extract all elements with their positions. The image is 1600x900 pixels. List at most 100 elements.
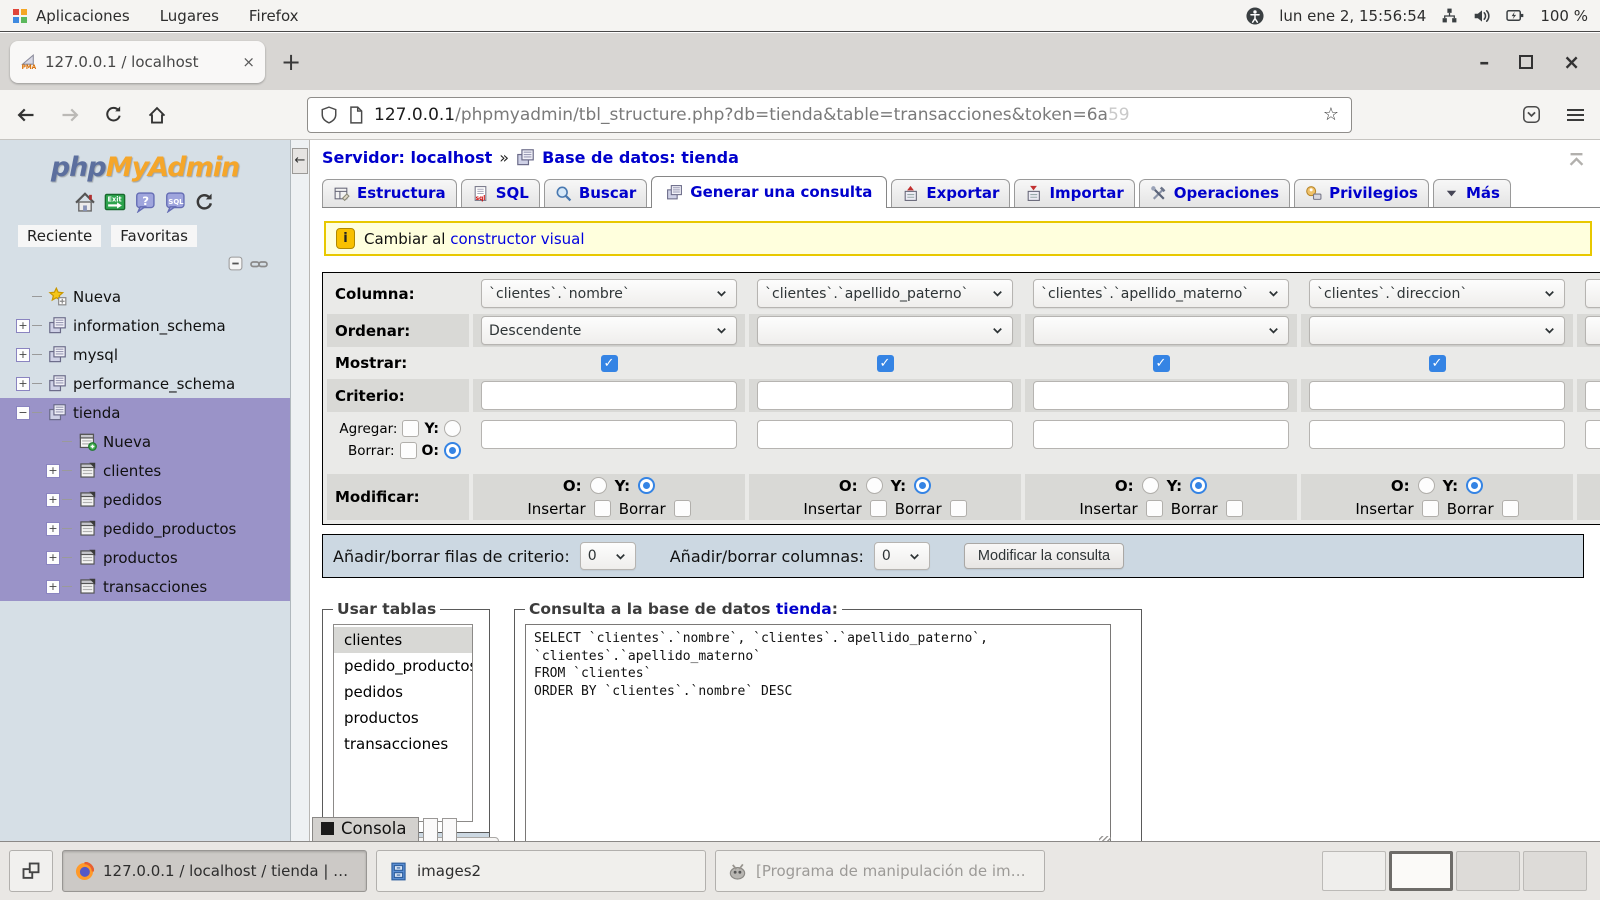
expand-icon[interactable]: + — [46, 522, 60, 536]
pma-tab-m-s[interactable]: Más — [1433, 179, 1511, 207]
visual-builder-link[interactable]: constructor visual — [450, 230, 584, 248]
criteria-input-1[interactable] — [481, 381, 737, 410]
criteria-input-2[interactable] — [757, 381, 1013, 410]
reload-icon[interactable] — [104, 105, 123, 124]
delete-criteria-checkbox[interactable] — [400, 442, 417, 459]
console-tab[interactable]: Consola — [312, 817, 419, 841]
panel-clock[interactable]: lun ene 2, 15:56:54 — [1279, 7, 1426, 25]
home-icon[interactable] — [147, 105, 167, 125]
sort-select-4[interactable] — [1309, 316, 1565, 345]
new-tab-button[interactable]: + — [281, 50, 301, 74]
nav-button-favoritas[interactable]: Favoritas — [111, 225, 197, 247]
close-button[interactable]: × — [1563, 52, 1580, 72]
delete-checkbox-3[interactable] — [1226, 500, 1243, 517]
modify-or-radio-3[interactable] — [1142, 477, 1159, 494]
column-select-4[interactable]: `clientes`.`direccion` — [1309, 279, 1565, 308]
table-option-clientes[interactable]: clientes — [334, 627, 472, 653]
extra-criteria-input-1[interactable] — [481, 420, 737, 449]
show-checkbox-1[interactable]: ✓ — [601, 355, 618, 372]
delete-checkbox-4[interactable] — [1502, 500, 1519, 517]
show-desktop-button[interactable] — [9, 850, 53, 892]
network-icon[interactable] — [1441, 7, 1458, 24]
shield-icon[interactable] — [320, 106, 338, 124]
insert-checkbox-2[interactable] — [870, 500, 887, 517]
forward-icon[interactable] — [60, 105, 80, 125]
home-icon[interactable] — [74, 191, 96, 213]
modify-and-radio-3[interactable] — [1190, 477, 1207, 494]
taskbar-window-button[interactable]: images2 — [376, 850, 706, 892]
pma-tab-privilegios[interactable]: Privilegios — [1294, 179, 1429, 207]
back-icon[interactable] — [16, 105, 36, 125]
extra-criteria-input-2[interactable] — [757, 420, 1013, 449]
pma-tab-operaciones[interactable]: Operaciones — [1139, 179, 1290, 207]
nav-button-reciente[interactable]: Reciente — [18, 225, 101, 247]
sort-select-3[interactable] — [1033, 316, 1289, 345]
pma-logo[interactable]: phpMyAdmin — [0, 152, 290, 183]
tree-item-pedidos[interactable]: +pedidos — [0, 485, 290, 514]
volume-icon[interactable] — [1473, 7, 1491, 25]
sql-textarea[interactable]: SELECT `clientes`.`nombre`, `clientes`.`… — [525, 624, 1111, 841]
tree-item-nueva[interactable]: Nueva — [0, 427, 290, 456]
tree-item-information_schema[interactable]: +information_schema — [0, 311, 290, 340]
tree-item-pedido_productos[interactable]: +pedido_productos — [0, 514, 290, 543]
modify-and-radio-1[interactable] — [638, 477, 655, 494]
sort-select-2[interactable] — [757, 316, 1013, 345]
and-radio[interactable] — [444, 420, 461, 437]
pma-tab-exportar[interactable]: Exportar — [891, 179, 1010, 207]
expand-icon[interactable]: + — [46, 580, 60, 594]
table-option-productos[interactable]: productos — [334, 705, 472, 731]
table-option-transacciones[interactable]: transacciones — [334, 731, 472, 757]
insert-checkbox-1[interactable] — [594, 500, 611, 517]
tree-item-mysql[interactable]: +mysql — [0, 340, 290, 369]
pocket-icon[interactable] — [1522, 105, 1541, 124]
or-radio[interactable] — [444, 442, 461, 459]
tree-item-nueva[interactable]: Nueva — [0, 282, 290, 311]
show-checkbox-2[interactable]: ✓ — [877, 355, 894, 372]
sort-select-5[interactable] — [1585, 316, 1600, 345]
query-legend-db[interactable]: tienda — [776, 600, 832, 618]
page-icon[interactable] — [348, 106, 364, 124]
column-select-3[interactable]: `clientes`.`apellido_materno` — [1033, 279, 1289, 308]
battery-icon[interactable] — [1506, 7, 1525, 24]
modify-and-radio-2[interactable] — [914, 477, 931, 494]
show-checkbox-4[interactable]: ✓ — [1429, 355, 1446, 372]
delete-checkbox-2[interactable] — [950, 500, 967, 517]
column-select-5[interactable] — [1585, 279, 1600, 308]
console-mini-tab[interactable] — [423, 818, 438, 841]
table-option-pedidos[interactable]: pedidos — [334, 679, 472, 705]
breadcrumb-database[interactable]: Base de datos: tienda — [542, 148, 739, 167]
tab-close-icon[interactable]: × — [242, 53, 255, 71]
insert-checkbox-4[interactable] — [1422, 500, 1439, 517]
modify-or-radio-4[interactable] — [1418, 477, 1435, 494]
console-mini-tab[interactable] — [442, 818, 457, 841]
pma-tab-sql[interactable]: sqlSQL — [461, 179, 540, 207]
column-select-2[interactable]: `clientes`.`apellido_paterno` — [757, 279, 1013, 308]
expand-icon[interactable]: + — [46, 493, 60, 507]
minimize-button[interactable]: – — [1479, 52, 1489, 72]
menu-icon[interactable] — [1567, 106, 1584, 124]
add-criteria-checkbox[interactable] — [402, 420, 419, 437]
insert-checkbox-3[interactable] — [1146, 500, 1163, 517]
modify-or-radio-1[interactable] — [590, 477, 607, 494]
workspace-1[interactable] — [1322, 851, 1386, 891]
column-select-1[interactable]: `clientes`.`nombre` — [481, 279, 737, 308]
collapse-icon[interactable]: − — [16, 406, 30, 420]
maximize-button[interactable] — [1519, 55, 1533, 69]
taskbar-window-button[interactable]: [Programa de manipulación de imáge... — [715, 850, 1045, 892]
pma-tab-estructura[interactable]: Estructura — [322, 179, 457, 207]
expand-icon[interactable]: + — [46, 551, 60, 565]
nav-resizer[interactable]: ← — [290, 140, 310, 841]
expand-icon[interactable]: + — [16, 377, 30, 391]
extra-criteria-input-3[interactable] — [1033, 420, 1289, 449]
workspace-4[interactable] — [1523, 851, 1587, 891]
extra-criteria-input-4[interactable] — [1309, 420, 1565, 449]
modify-and-radio-4[interactable] — [1466, 477, 1483, 494]
modify-or-radio-2[interactable] — [866, 477, 883, 494]
browser-tab[interactable]: PMA 127.0.0.1 / localhost × — [10, 41, 265, 83]
bookmark-star-icon[interactable]: ☆ — [1323, 104, 1339, 125]
panel-menu-firefox[interactable]: Firefox — [249, 7, 299, 25]
criteria-input-4[interactable] — [1309, 381, 1565, 410]
tree-item-performance_schema[interactable]: +performance_schema — [0, 369, 290, 398]
breadcrumb-server[interactable]: Servidor: localhost — [322, 148, 492, 167]
tree-item-clientes[interactable]: +clientes — [0, 456, 290, 485]
